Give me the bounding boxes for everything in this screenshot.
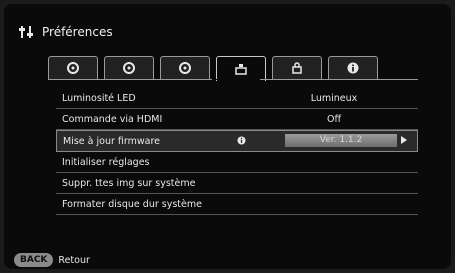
tab-settings-1[interactable] [48, 56, 98, 79]
tab-settings-2[interactable] [104, 56, 154, 79]
tab-security[interactable] [272, 56, 322, 79]
info-icon [347, 62, 359, 74]
gear-3-icon [179, 62, 191, 74]
menu-item-value: Lumineux [310, 92, 358, 104]
menu-item-value: Off [326, 113, 342, 125]
menu-item-format-disk[interactable]: Formater disque dur système [56, 194, 418, 215]
camera-settings-icon [235, 64, 247, 75]
tab-divider [48, 79, 418, 80]
menu-item-label: Luminosité LED [62, 92, 136, 104]
back-label: Retour [58, 254, 90, 266]
firmware-version-field[interactable]: Ver. 1.1.2 [285, 134, 397, 147]
menu-item-label: Initialiser réglages [62, 156, 150, 168]
menu-item-firmware-update[interactable]: Mise à jour firmware Ver. 1.1.2 [56, 130, 418, 152]
page-title: Préférences [42, 25, 113, 39]
title-bar: Préférences [18, 22, 113, 42]
menu-item-hdmi-control[interactable]: Commande via HDMI Off [56, 109, 418, 130]
menu-item-label: Mise à jour firmware [63, 135, 160, 147]
menu-item-label: Suppr. ttes img sur système [62, 177, 196, 189]
gear-1-icon [67, 62, 79, 74]
settings-tabs [48, 56, 418, 81]
menu-item-delete-images[interactable]: Suppr. ttes img sur système [56, 173, 418, 194]
menu-item-led-brightness[interactable]: Luminosité LED Lumineux [56, 88, 418, 109]
menu-item-label: Formater disque dur système [62, 198, 202, 210]
tab-settings-3[interactable] [160, 56, 210, 79]
settings-sliders-icon [19, 26, 33, 38]
settings-menu: Luminosité LED Lumineux Commande via HDM… [56, 88, 418, 215]
menu-item-label: Commande via HDMI [62, 113, 163, 125]
tab-info[interactable] [328, 56, 378, 79]
menu-item-reset-settings[interactable]: Initialiser réglages [56, 152, 418, 173]
chevron-right-icon[interactable] [401, 136, 407, 144]
info-icon [237, 136, 246, 145]
footer: BACK Retour [14, 253, 90, 267]
tab-system[interactable] [216, 56, 266, 81]
back-button[interactable]: BACK [14, 253, 54, 267]
lock-icon [292, 62, 302, 74]
settings-screen: Préférences Luminosité LED Lumineux Comm… [4, 4, 451, 269]
gear-2-icon [123, 62, 135, 74]
